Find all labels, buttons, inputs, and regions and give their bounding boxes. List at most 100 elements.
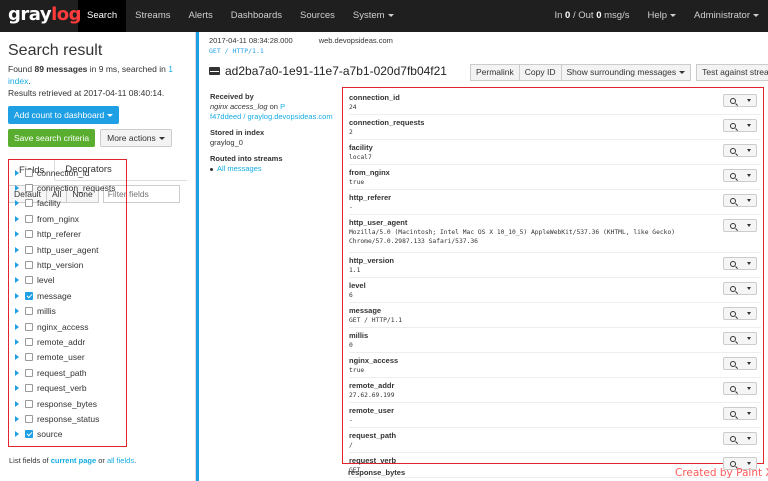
field-list-item[interactable]: response_bytes [15, 396, 126, 411]
nav-dashboards[interactable]: Dashboards [222, 0, 291, 32]
stream-link-all-messages[interactable]: All messages [217, 164, 262, 174]
message-fields: connection_id 24 connection_requests 2 facil… [342, 87, 764, 478]
more-actions-button[interactable]: More actions [100, 129, 172, 147]
field-checkbox[interactable] [25, 353, 33, 362]
chevron-down-icon [158, 137, 165, 141]
node-icon[interactable]: P [280, 102, 285, 111]
field-actions-dropdown[interactable] [723, 119, 757, 132]
message-detail: 2017-04-11 08:34:28.000 web.devopsideas.c… [196, 32, 768, 481]
expand-arrow-icon[interactable] [15, 292, 19, 299]
expand-arrow-icon[interactable] [15, 431, 19, 438]
expand-arrow-icon[interactable] [15, 308, 19, 315]
expand-arrow-icon[interactable] [15, 200, 19, 207]
field-list-item[interactable]: request_path [15, 365, 126, 380]
permalink-button[interactable]: Permalink [470, 64, 520, 81]
nav-search[interactable]: Search [78, 0, 127, 32]
field-list: connection_id connection_requests facility… [8, 159, 127, 447]
add-count-to-dashboard-button[interactable]: Add count to dashboard [8, 106, 120, 124]
field-list-item[interactable]: from_nginx [15, 211, 126, 226]
field-actions-dropdown[interactable] [723, 432, 757, 445]
field-checkbox[interactable] [25, 291, 33, 300]
field-list-item[interactable]: response_status [15, 411, 126, 426]
field-list-item[interactable]: remote_user [15, 350, 126, 365]
nav-sources[interactable]: Sources [291, 0, 344, 32]
field-checkbox[interactable] [25, 199, 33, 208]
field-list-item[interactable]: http_version [15, 257, 126, 272]
field-checkbox[interactable] [25, 399, 33, 408]
field-actions-dropdown[interactable] [723, 407, 757, 420]
field-actions-dropdown[interactable] [723, 257, 757, 270]
field-checkbox[interactable] [25, 245, 33, 254]
expand-arrow-icon[interactable] [15, 169, 19, 176]
all-fields-link[interactable]: all fields [107, 456, 134, 465]
field-actions-dropdown[interactable] [723, 357, 757, 370]
field-key: request_verb [349, 456, 397, 465]
field-actions-dropdown[interactable] [723, 282, 757, 295]
field-list-item[interactable]: facility [15, 196, 126, 211]
field-key: facility [349, 143, 373, 152]
field-checkbox[interactable] [25, 384, 33, 393]
nav-user-menu[interactable]: Administrator [685, 0, 768, 32]
expand-arrow-icon[interactable] [15, 277, 19, 284]
nav-alerts[interactable]: Alerts [179, 0, 221, 32]
message-field-row: message GET / HTTP/1.1 [349, 303, 761, 328]
node-link[interactable]: f47ddeed / graylog.devopsideas.com [210, 112, 333, 121]
field-actions-dropdown[interactable] [723, 144, 757, 157]
field-checkbox[interactable] [25, 261, 33, 270]
field-checkbox[interactable] [25, 276, 33, 285]
expand-arrow-icon[interactable] [15, 354, 19, 361]
show-surrounding-messages-button[interactable]: Show surrounding messages [561, 64, 692, 81]
field-list-item[interactable]: nginx_access [15, 319, 126, 334]
field-list-item[interactable]: request_verb [15, 380, 126, 395]
field-checkbox[interactable] [25, 322, 33, 331]
field-checkbox[interactable] [25, 368, 33, 377]
expand-arrow-icon[interactable] [15, 231, 19, 238]
field-checkbox[interactable] [25, 430, 33, 439]
nav-streams[interactable]: Streams [126, 0, 179, 32]
expand-arrow-icon[interactable] [15, 185, 19, 192]
field-actions-dropdown[interactable] [723, 169, 757, 182]
field-actions-dropdown[interactable] [723, 382, 757, 395]
field-list-item[interactable]: source [15, 427, 126, 442]
graylog-logo[interactable]: graylog [0, 0, 82, 32]
field-list-item[interactable]: connection_requests [15, 180, 126, 195]
field-actions-dropdown[interactable] [723, 219, 757, 232]
nav-system[interactable]: System [344, 0, 403, 32]
field-list-item[interactable]: http_referer [15, 227, 126, 242]
field-checkbox[interactable] [25, 168, 33, 177]
field-actions-dropdown[interactable] [723, 332, 757, 345]
expand-arrow-icon[interactable] [15, 415, 19, 422]
field-checkbox[interactable] [25, 307, 33, 316]
field-list-item[interactable]: http_user_agent [15, 242, 126, 257]
test-against-stream-button[interactable]: Test against stream [696, 64, 768, 81]
current-page-link[interactable]: current page [51, 456, 96, 465]
field-checkbox[interactable] [25, 414, 33, 423]
copy-id-button[interactable]: Copy ID [519, 64, 562, 81]
expand-arrow-icon[interactable] [15, 262, 19, 269]
nav-help[interactable]: Help [638, 0, 685, 32]
field-checkbox[interactable] [25, 214, 33, 223]
expand-arrow-icon[interactable] [15, 338, 19, 345]
field-actions-dropdown[interactable] [723, 194, 757, 207]
field-actions-dropdown[interactable] [723, 94, 757, 107]
expand-arrow-icon[interactable] [15, 385, 19, 392]
chevron-down-icon [746, 287, 751, 290]
zoom-in-icon [729, 435, 736, 442]
field-list-item[interactable]: millis [15, 304, 126, 319]
field-list-item[interactable]: remote_addr [15, 334, 126, 349]
field-actions-dropdown[interactable] [723, 307, 757, 320]
field-list-item[interactable]: connection_id [15, 165, 126, 180]
field-checkbox[interactable] [25, 337, 33, 346]
field-list-item[interactable]: level [15, 273, 126, 288]
field-key: message [349, 306, 382, 315]
expand-arrow-icon[interactable] [15, 400, 19, 407]
field-list-item[interactable]: message [15, 288, 126, 303]
field-checkbox[interactable] [25, 184, 33, 193]
expand-arrow-icon[interactable] [15, 323, 19, 330]
expand-arrow-icon[interactable] [15, 369, 19, 376]
field-checkbox[interactable] [25, 230, 33, 239]
logo-text: graylog [8, 4, 82, 25]
expand-arrow-icon[interactable] [15, 246, 19, 253]
expand-arrow-icon[interactable] [15, 215, 19, 222]
save-search-criteria-button[interactable]: Save search criteria [8, 129, 96, 147]
